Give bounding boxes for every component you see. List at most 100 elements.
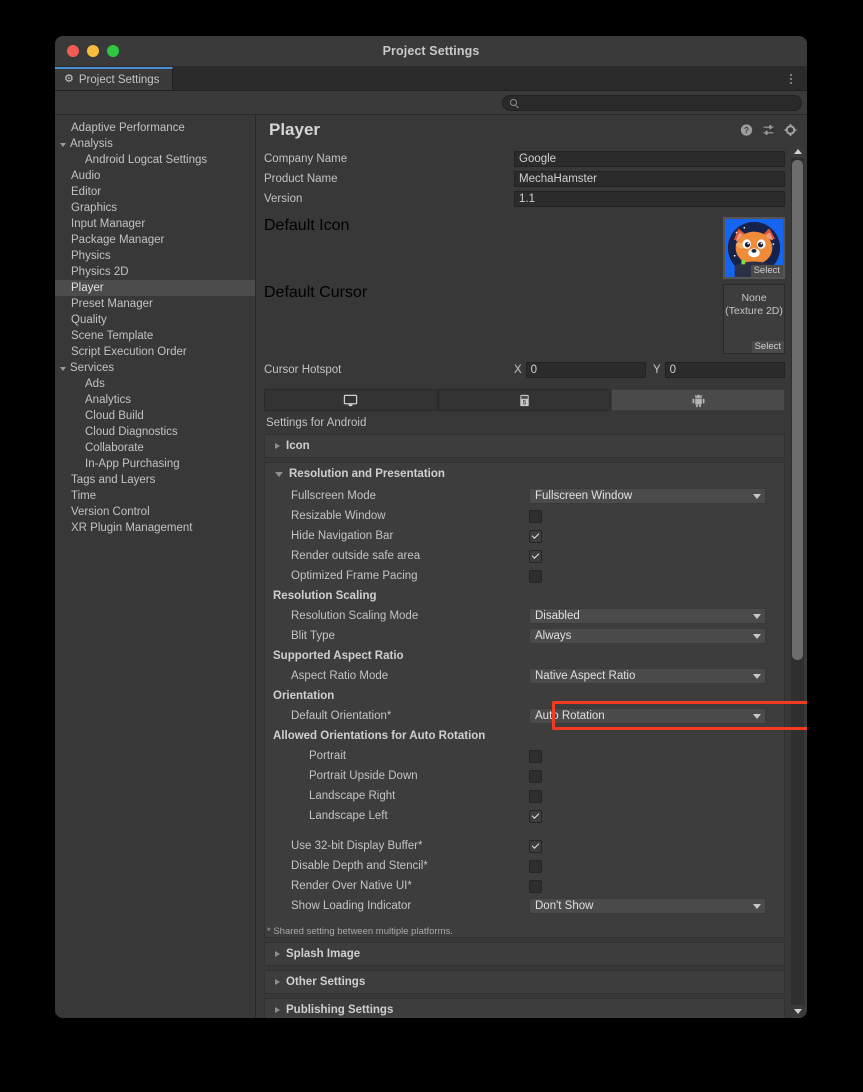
row-fullscreen-mode: Fullscreen ModeFullscreen Window [273,486,776,506]
minimize-button[interactable] [87,45,99,57]
section-resolution-header[interactable]: Resolution and Presentation [265,463,784,485]
window-titlebar: Project Settings [55,36,807,67]
search-input[interactable] [522,97,794,109]
chevron-down-icon[interactable] [60,367,66,371]
sidebar-item-adaptive-performance[interactable]: Adaptive Performance [55,120,255,136]
section-splash-image[interactable]: Splash Image [264,942,785,966]
gear-icon[interactable] [784,124,797,137]
checkbox-optimized-frame-pacing[interactable] [529,570,542,583]
sidebar-item-cloud-build[interactable]: Cloud Build [55,408,255,424]
sidebar-item-editor[interactable]: Editor [55,184,255,200]
hotspot-x-field[interactable]: 0 [526,362,646,378]
sidebar-item-audio[interactable]: Audio [55,168,255,184]
sidebar-item-scene-template[interactable]: Scene Template [55,328,255,344]
checkbox-use-32-bit-display-buffer[interactable] [529,840,542,853]
sidebar-item-input-manager[interactable]: Input Manager [55,216,255,232]
tab-label: Project Settings [79,74,160,86]
dropdown-default-orientation[interactable]: Auto Rotation [529,708,766,724]
project-settings-window: Project Settings ⚙ Project Settings Adap… [55,36,807,1018]
default-icon-picker[interactable]: Select [723,217,785,279]
editor-tabstrip: ⚙ Project Settings [55,67,807,91]
kebab-menu-icon[interactable] [784,67,798,90]
sidebar-item-android-logcat-settings[interactable]: Android Logcat Settings [55,152,255,168]
company-name-field[interactable]: Google [514,151,785,167]
scrollbar-thumb[interactable] [792,160,803,660]
section-other-settings-header[interactable]: Other Settings [265,971,784,993]
checkbox-landscape-left[interactable] [529,810,542,823]
row-product-name: Product Name MechaHamster [264,169,785,189]
section-other-settings[interactable]: Other Settings [264,970,785,994]
sidebar-item-label: Quality [71,314,107,326]
label-blit-type: Blit Type [273,630,529,642]
sidebar-item-time[interactable]: Time [55,488,255,504]
preset-icon[interactable] [762,124,775,137]
dropdown-aspect-ratio-mode[interactable]: Native Aspect Ratio [529,668,766,684]
settings-category-sidebar[interactable]: Adaptive PerformanceAnalysisAndroid Logc… [55,115,256,1018]
scroll-up-icon[interactable] [791,145,804,158]
sidebar-item-graphics[interactable]: Graphics [55,200,255,216]
dropdown-resolution-scaling-mode[interactable]: Disabled [529,608,766,624]
sidebar-item-player[interactable]: Player [55,280,255,296]
platform-tab-standalone[interactable] [264,389,438,411]
default-icon-select-button[interactable]: Select [751,265,783,277]
row-default-orientation: Default Orientation*Auto Rotation [273,706,776,726]
hotspot-y-field[interactable]: 0 [665,362,785,378]
section-icon-header[interactable]: Icon [265,435,784,457]
sidebar-item-package-manager[interactable]: Package Manager [55,232,255,248]
sidebar-item-cloud-diagnostics[interactable]: Cloud Diagnostics [55,424,255,440]
section-publishing-settings[interactable]: Publishing Settings [264,998,785,1018]
sidebar-item-physics-2d[interactable]: Physics 2D [55,264,255,280]
vertical-scrollbar[interactable] [791,145,804,1018]
section-publishing-settings-title: Publishing Settings [286,1004,393,1016]
platform-tab-android[interactable] [611,389,785,411]
checkbox-hide-navigation-bar[interactable] [529,530,542,543]
sidebar-item-analysis[interactable]: Analysis [55,136,255,152]
scrollbar-track[interactable] [791,158,804,1005]
checkbox-portrait[interactable] [529,750,542,763]
sidebar-item-label: XR Plugin Management [71,522,192,534]
product-name-field[interactable]: MechaHamster [514,171,785,187]
dropdown-fullscreen-mode[interactable]: Fullscreen Window [529,488,766,504]
dropdown-show-loading-indicator[interactable]: Don't Show [529,898,766,914]
checkbox-portrait-upside-down[interactable] [529,770,542,783]
sidebar-item-analytics[interactable]: Analytics [55,392,255,408]
sidebar-item-services[interactable]: Services [55,360,255,376]
checkbox-landscape-right[interactable] [529,790,542,803]
sidebar-item-script-execution-order[interactable]: Script Execution Order [55,344,255,360]
sidebar-item-quality[interactable]: Quality [55,312,255,328]
row-disable-depth-and-stencil: Disable Depth and Stencil* [273,856,776,876]
help-icon[interactable]: ? [740,124,753,137]
zoom-button[interactable] [107,45,119,57]
sidebar-item-collaborate[interactable]: Collaborate [55,440,255,456]
sidebar-item-xr-plugin-management[interactable]: XR Plugin Management [55,520,255,536]
sidebar-item-in-app-purchasing[interactable]: In-App Purchasing [55,456,255,472]
scroll-down-icon[interactable] [791,1005,804,1018]
company-name-label: Company Name [264,153,514,165]
sidebar-item-version-control[interactable]: Version Control [55,504,255,520]
checkbox-render-over-native-ui[interactable] [529,880,542,893]
section-splash-image-header[interactable]: Splash Image [265,943,784,965]
checkbox-resizable-window[interactable] [529,510,542,523]
sidebar-item-physics[interactable]: Physics [55,248,255,264]
sidebar-item-ads[interactable]: Ads [55,376,255,392]
tab-project-settings[interactable]: ⚙ Project Settings [55,67,173,90]
default-cursor-select-button[interactable]: Select [752,341,784,353]
webgl-icon: 5 [517,393,532,408]
version-field[interactable]: 1.1 [514,191,785,207]
default-cursor-picker[interactable]: None (Texture 2D) Select [723,284,785,354]
search-box[interactable] [502,95,802,111]
sidebar-item-label: Cloud Diagnostics [85,426,178,438]
checkbox-render-outside-safe-area[interactable] [529,550,542,563]
close-button[interactable] [67,45,79,57]
checkbox-disable-depth-and-stencil[interactable] [529,860,542,873]
section-publishing-settings-header[interactable]: Publishing Settings [265,999,784,1018]
default-cursor-value-type: (Texture 2D) [724,305,784,318]
sidebar-item-preset-manager[interactable]: Preset Manager [55,296,255,312]
chevron-down-icon[interactable] [60,143,66,147]
sidebar-item-tags-and-layers[interactable]: Tags and Layers [55,472,255,488]
dropdown-blit-type[interactable]: Always [529,628,766,644]
check-icon [532,811,540,819]
platform-tab-webgl[interactable]: 5 [438,389,612,411]
platform-tab-bar[interactable]: 5 [264,389,785,411]
section-icon[interactable]: Icon [264,434,785,458]
